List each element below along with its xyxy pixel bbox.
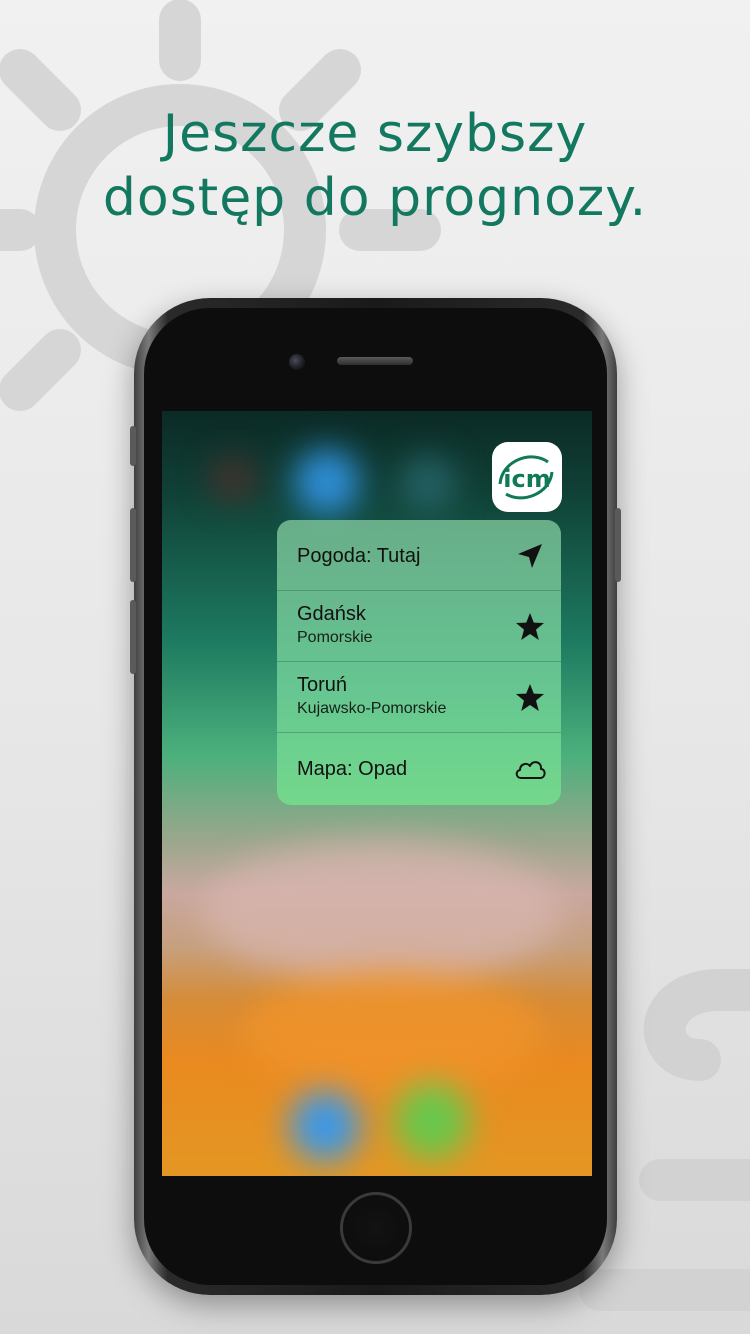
volume-up-button bbox=[130, 508, 136, 582]
home-button[interactable] bbox=[340, 1192, 412, 1264]
quick-action-precipitation-map[interactable]: Mapa: Opad bbox=[277, 733, 561, 804]
cloud-icon bbox=[515, 761, 546, 779]
quick-action-title: Gdańsk bbox=[297, 603, 366, 625]
quick-action-current-location[interactable]: Pogoda: Tutaj bbox=[277, 520, 561, 591]
quick-action-gdansk[interactable]: Gdańsk Pomorskie bbox=[277, 591, 561, 662]
star-icon bbox=[516, 684, 544, 711]
location-arrow-icon bbox=[518, 544, 542, 568]
headline-line-2: dostęp do prognozy. bbox=[102, 168, 648, 228]
power-button bbox=[615, 508, 621, 582]
headline: Jeszcze szybszy dostęp do prognozy. bbox=[0, 102, 750, 230]
quick-action-title: Toruń bbox=[297, 674, 348, 696]
quick-action-subtitle: Kujawsko-Pomorskie bbox=[297, 700, 447, 717]
headline-line-1: Jeszcze szybszy bbox=[162, 104, 588, 164]
quick-actions-menu: Pogoda: Tutaj Gdańsk Pomorskie Toruń Kuj… bbox=[277, 520, 561, 805]
quick-action-subtitle: Pomorskie bbox=[297, 629, 373, 646]
volume-down-button bbox=[130, 600, 136, 674]
star-icon bbox=[516, 613, 544, 640]
icm-logo-text: icm bbox=[503, 465, 550, 493]
icm-app-icon[interactable]: icm bbox=[492, 442, 562, 512]
quick-action-torun[interactable]: Toruń Kujawsko-Pomorskie bbox=[277, 662, 561, 733]
earpiece-speaker bbox=[337, 357, 413, 365]
home-screen: icm Pogoda: Tutaj Gdańsk Pomorskie Toruń… bbox=[162, 411, 592, 1176]
quick-action-title: Pogoda: Tutaj bbox=[297, 545, 421, 567]
phone-mockup: icm Pogoda: Tutaj Gdańsk Pomorskie Toruń… bbox=[130, 298, 621, 1295]
quick-action-title: Mapa: Opad bbox=[297, 758, 408, 780]
front-camera bbox=[289, 354, 305, 370]
icm-logo-icon: icm bbox=[498, 455, 554, 500]
mute-switch bbox=[130, 426, 136, 466]
